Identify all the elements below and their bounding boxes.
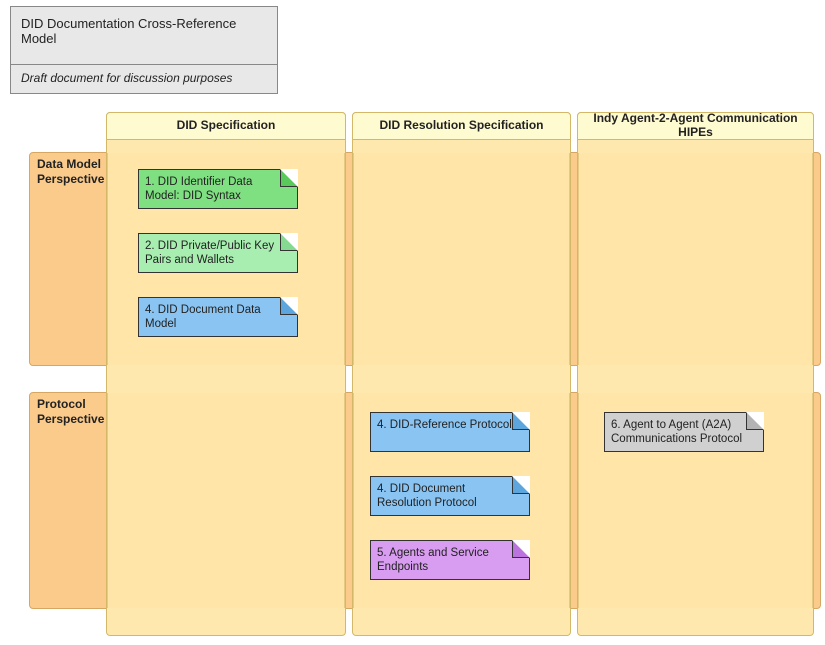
note-text: 6. Agent to Agent (A2A) Communications P… [611, 419, 742, 445]
pane-r1-c2 [353, 153, 570, 365]
column-header-indy-hipes: Indy Agent-2-Agent Communication HIPEs [577, 112, 814, 140]
pane-r1-c3 [578, 153, 813, 365]
column-header-did-spec: DID Specification [106, 112, 346, 140]
note-text: 4. DID-Reference Protocol [377, 419, 512, 431]
row-label-protocol: Protocol Perspective [37, 397, 117, 427]
note-did-identifier-data-model: 1. DID Identifier Data Model: DID Syntax [138, 169, 298, 209]
note-fold-icon [746, 412, 764, 430]
note-text: 5. Agents and Service Endpoints [377, 547, 489, 573]
note-agents-service-endpoints: 5. Agents and Service Endpoints [370, 540, 530, 580]
column-header-did-resolution: DID Resolution Specification [352, 112, 571, 140]
note-fold-icon [512, 476, 530, 494]
note-did-document-data-model: 4. DID Document Data Model [138, 297, 298, 337]
note-fold-icon [280, 169, 298, 187]
note-text: 4. DID Document Resolution Protocol [377, 483, 477, 509]
note-text: 2. DID Private/Public Key Pairs and Wall… [145, 240, 274, 266]
diagram-title: DID Documentation Cross-Reference Model [11, 7, 277, 65]
note-text: 1. DID Identifier Data Model: DID Syntax [145, 176, 252, 202]
note-fold-icon [512, 540, 530, 558]
note-fold-icon [280, 297, 298, 315]
pane-r2-c1 [107, 393, 345, 608]
note-fold-icon [280, 233, 298, 251]
note-did-key-pairs-wallets: 2. DID Private/Public Key Pairs and Wall… [138, 233, 298, 273]
note-did-document-resolution-protocol: 4. DID Document Resolution Protocol [370, 476, 530, 516]
note-did-reference-protocol: 4. DID-Reference Protocol [370, 412, 530, 452]
note-a2a-communications-protocol: 6. Agent to Agent (A2A) Communications P… [604, 412, 764, 452]
note-fold-icon [512, 412, 530, 430]
row-label-data-model: Data Model Perspective [37, 157, 117, 187]
title-box: DID Documentation Cross-Reference Model … [10, 6, 278, 94]
note-text: 4. DID Document Data Model [145, 304, 261, 330]
diagram-subtitle: Draft document for discussion purposes [11, 65, 277, 93]
